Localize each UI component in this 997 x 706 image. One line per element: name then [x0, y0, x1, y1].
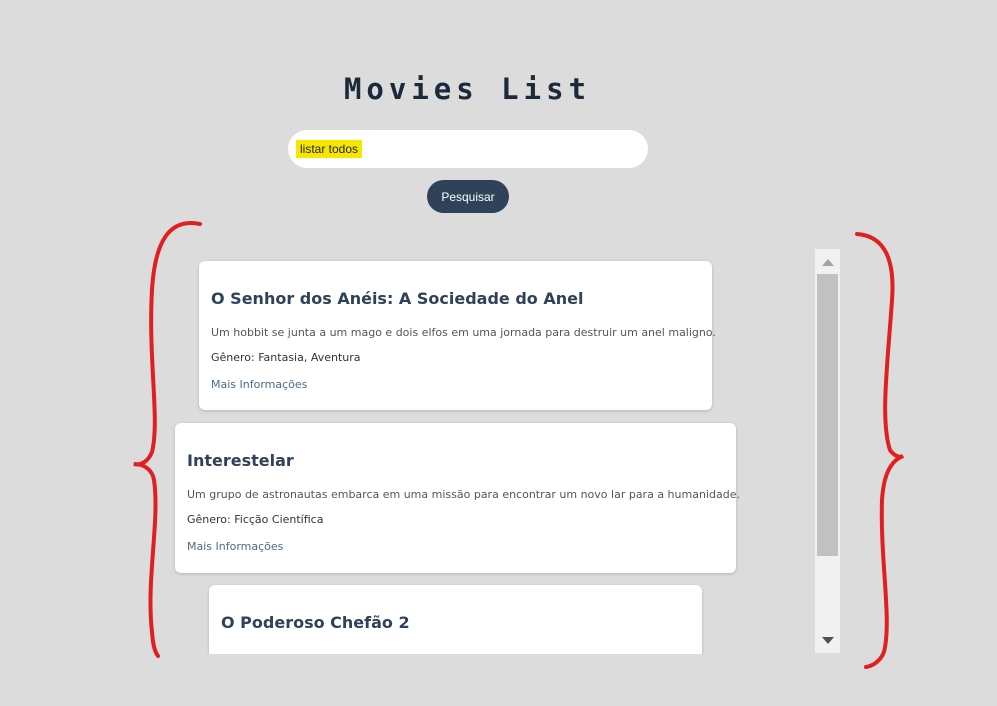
right-curly-brace-annotation [855, 232, 905, 669]
page: Movies List listar todos Pesquisar O Sen… [0, 0, 997, 706]
page-title: Movies List [343, 72, 592, 106]
more-info-link[interactable]: Mais Informações [187, 540, 283, 553]
scroll-up-arrow-icon [821, 258, 834, 266]
movie-title: Interestelar [187, 451, 294, 470]
movie-genre: Gênero: Ficção Científica [187, 513, 324, 526]
movie-card: O Senhor dos Anéis: A Sociedade do Anel … [199, 261, 716, 410]
scroll-down-arrow-icon [821, 636, 834, 644]
movie-title: O Senhor dos Anéis: A Sociedade do Anel [211, 289, 584, 308]
search-input[interactable]: listar todos [288, 130, 648, 168]
movie-description: Um grupo de astronautas embarca em uma m… [187, 488, 740, 501]
scroll-up-button[interactable] [815, 251, 840, 273]
movie-genre: Gênero: Fantasia, Aventura [211, 351, 361, 364]
scrollbar[interactable] [815, 249, 840, 653]
more-info-link[interactable]: Mais Informações [211, 378, 307, 391]
scroll-down-button[interactable] [815, 629, 840, 651]
movie-card: Interestelar Um grupo de astronautas emb… [175, 423, 740, 573]
movies-list[interactable]: O Senhor dos Anéis: A Sociedade do Anel … [160, 248, 840, 654]
movie-description: Um hobbit se junta a um mago e dois elfo… [211, 326, 716, 339]
search-button[interactable]: Pesquisar [427, 180, 509, 213]
search-input-value: listar todos [296, 140, 363, 158]
scrollbar-thumb[interactable] [817, 274, 838, 556]
movie-title: O Poderoso Chefão 2 [221, 613, 410, 632]
movie-card: O Poderoso Chefão 2 [209, 585, 702, 654]
